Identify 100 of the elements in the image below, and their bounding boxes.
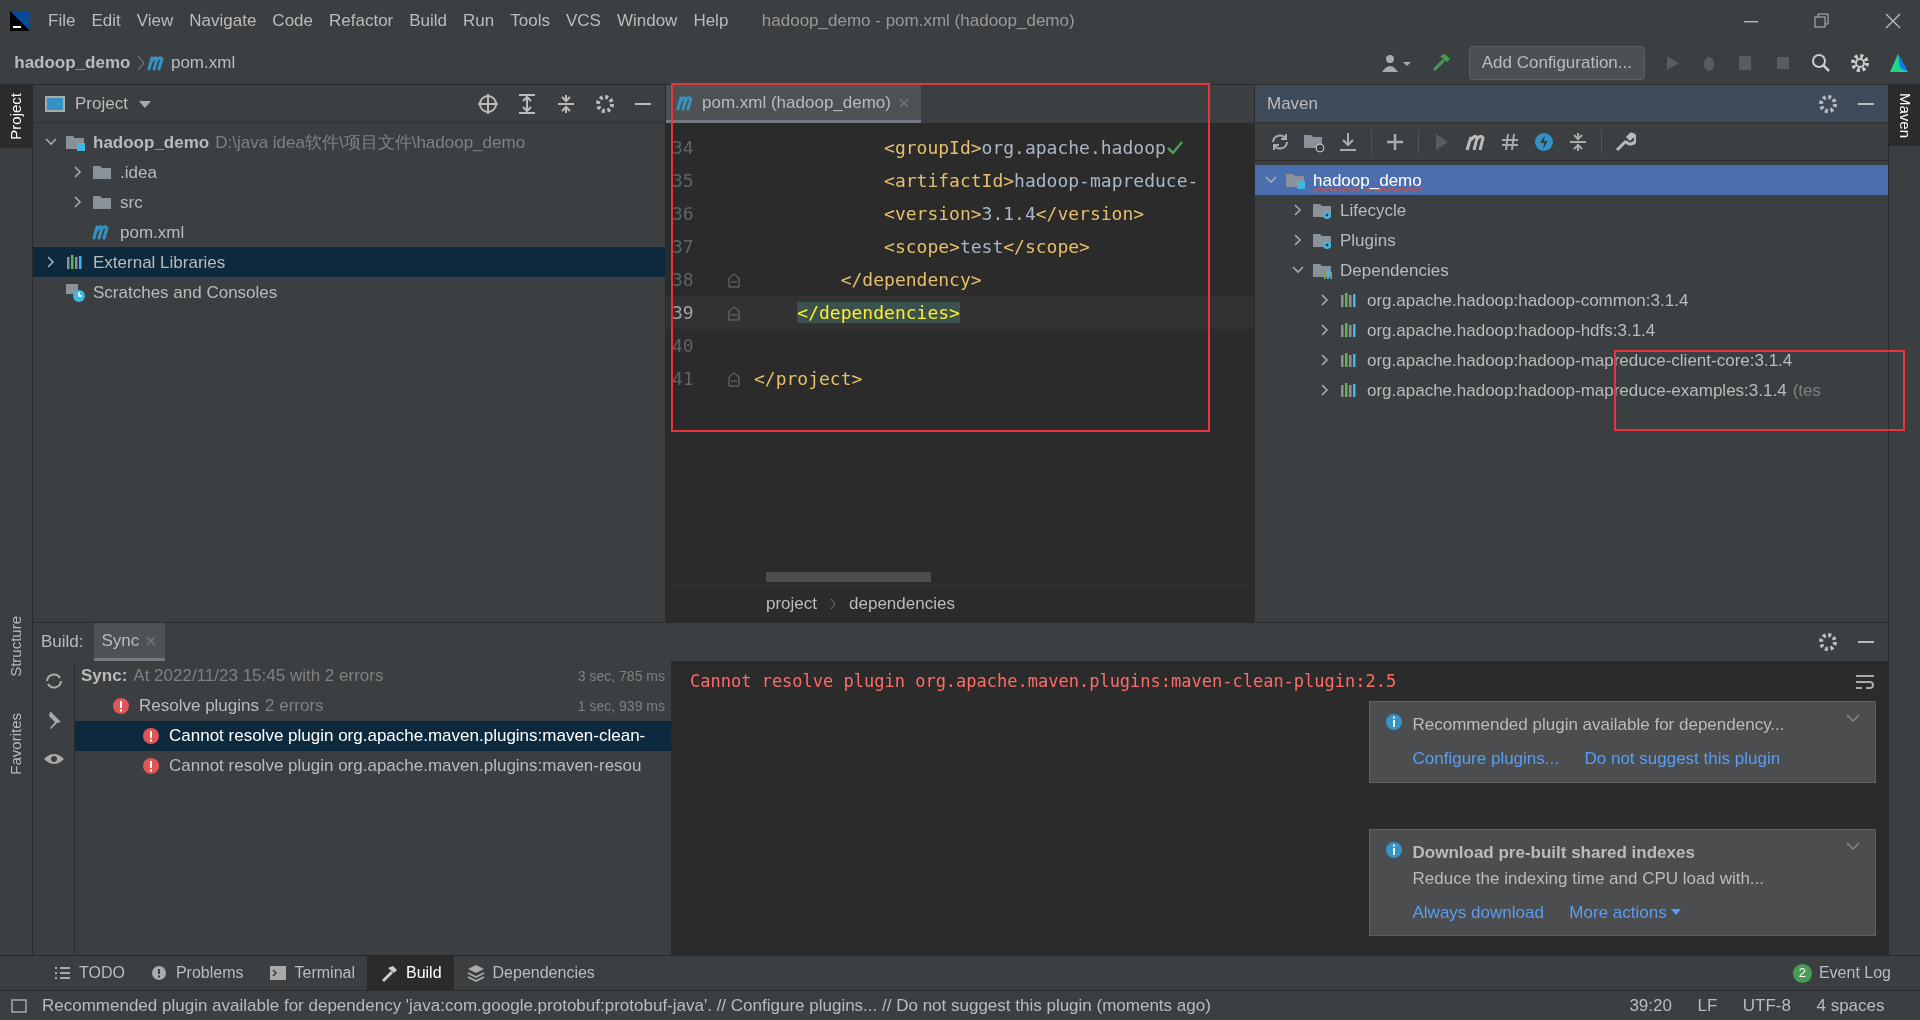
tree-item[interactable]: Sync: At 2022/11/23 15:45 with 2 errors 3 sec, 785 ms: [75, 661, 671, 691]
panel-icon: [45, 94, 65, 113]
expand-chevron-icon[interactable]: [1845, 712, 1861, 724]
locate-icon[interactable]: [477, 92, 499, 115]
scrollbar-thumb[interactable]: [766, 572, 931, 582]
fold-marker-icon[interactable]: [727, 271, 741, 288]
tree-item[interactable]: External Libraries: [33, 247, 665, 278]
tree-item[interactable]: Cannot resolve plugin org.apache.maven.plugins:maven-clean-: [75, 721, 671, 751]
tree-item[interactable]: .idea: [33, 157, 665, 188]
item-time: 3 sec, 785 ms: [577, 666, 665, 686]
menu-item[interactable]: Run: [455, 8, 503, 34]
scratches-icon: [65, 282, 87, 303]
menu-item[interactable]: File: [40, 8, 84, 34]
cursor-position[interactable]: 39:20: [1629, 992, 1672, 1019]
tree-item[interactable]: Resolve plugins 2 errors 1 sec, 939 ms: [75, 691, 671, 721]
tree-item[interactable]: hadoop_demo: [1255, 165, 1888, 196]
breadcrumb-item[interactable]: hadoop_demo: [10, 50, 135, 76]
line-number: 40: [671, 334, 695, 358]
line-number: 37: [671, 235, 695, 259]
menu-item[interactable]: VCS: [557, 8, 609, 34]
tree-item[interactable]: pom.xml: [33, 217, 665, 248]
breadcrumb-item[interactable]: project: [766, 590, 818, 617]
panel-title[interactable]: Project: [75, 90, 128, 117]
collapse-all-icon[interactable]: [1567, 130, 1589, 153]
code-line: </dependency>: [839, 268, 982, 292]
indent-setting[interactable]: 4 spaces: [1816, 992, 1885, 1019]
item-label: Plugins: [1340, 229, 1396, 252]
plugin-logo-icon[interactable]: [1888, 52, 1910, 74]
tool-window-tab[interactable]: Terminal: [255, 955, 367, 991]
tool-window-tab[interactable]: Favorites: [0, 704, 32, 783]
notification-link[interactable]: More actions: [1569, 899, 1681, 925]
fold-marker-icon[interactable]: [727, 304, 741, 321]
tool-window-tab[interactable]: Dependencies: [453, 955, 607, 991]
tool-window-tab[interactable]: Maven: [1889, 85, 1920, 147]
restore-icon[interactable]: [1812, 11, 1832, 31]
user-icon[interactable]: [1380, 53, 1413, 73]
line-ending[interactable]: LF: [1697, 992, 1718, 1019]
line-number: 34: [671, 136, 695, 160]
notification-link[interactable]: Always download: [1412, 899, 1544, 925]
tree-item[interactable]: Scratches and Consoles: [33, 277, 665, 308]
download-icon[interactable]: [1337, 130, 1359, 153]
settings-icon[interactable]: [1849, 52, 1871, 74]
settings-icon[interactable]: [1817, 631, 1839, 653]
menu-item[interactable]: Edit: [83, 8, 129, 34]
tree-item[interactable]: Cannot resolve plugin org.apache.maven.plugins:maven-resou: [75, 751, 671, 781]
breadcrumb-item[interactable]: dependencies: [849, 590, 955, 617]
editor-tab[interactable]: pom.xml (hadoop_demo): [666, 85, 921, 123]
offline-icon[interactable]: [1533, 130, 1555, 153]
notification-link[interactable]: Configure plugins...: [1412, 746, 1559, 772]
event-log-button[interactable]: 2 Event Log: [1780, 955, 1903, 991]
expand-chevron-icon[interactable]: [1845, 840, 1861, 852]
close-icon[interactable]: [1883, 11, 1903, 31]
tool-window-tab[interactable]: Project: [0, 85, 32, 148]
check-icon: [1165, 139, 1184, 156]
tool-window-tab[interactable]: TODO: [40, 955, 137, 991]
search-icon[interactable]: [1810, 52, 1832, 74]
menu-item[interactable]: Help: [685, 8, 737, 34]
code-line: <artifactId>hadoop-mapreduce-: [883, 169, 1199, 193]
menu-item[interactable]: View: [128, 8, 182, 34]
item-note: (tes: [1792, 379, 1821, 402]
wrench-icon[interactable]: [1614, 130, 1636, 153]
line-number: 39: [671, 301, 695, 325]
menu-item[interactable]: Build: [401, 8, 456, 34]
fold-marker-icon[interactable]: [727, 370, 741, 387]
menu-item[interactable]: Window: [608, 8, 686, 34]
count-badge: 2: [1792, 963, 1812, 983]
menu-item[interactable]: Code: [264, 8, 321, 34]
layers-icon: [465, 963, 486, 983]
tree-item[interactable]: Lifecycle: [1255, 195, 1888, 226]
settings-icon[interactable]: [1817, 92, 1839, 115]
settings-icon[interactable]: [594, 92, 616, 115]
dropdown-caret-icon[interactable]: [137, 98, 152, 109]
tool-window-tab[interactable]: Build: [367, 955, 454, 991]
tool-window-tab[interactable]: Problems: [136, 955, 256, 991]
notification-link[interactable]: Do not suggest this plugin: [1584, 746, 1781, 772]
window-title: hadoop_demo - pom.xml (hadoop_demo): [761, 10, 1075, 33]
item-label: Sync:: [81, 665, 128, 688]
expand-all-icon[interactable]: [516, 92, 538, 115]
item-label: Lifecycle: [1340, 199, 1407, 222]
tree-item[interactable]: org.apache.hadoop:hadoop-hdfs:3.1.4: [1255, 315, 1888, 346]
tree-item[interactable]: org.apache.hadoop:hadoop-common:3.1.4: [1255, 285, 1888, 316]
item-label: .idea: [120, 161, 157, 184]
tree-item[interactable]: Dependencies: [1255, 255, 1888, 286]
tree-item[interactable]: hadoop_demo D:\java idea软件\项目文件\hadoop_demo: [33, 127, 665, 158]
line-number: 38: [671, 268, 695, 292]
breadcrumb-item[interactable]: pom.xml: [166, 50, 240, 76]
panel-tab[interactable]: Sync: [93, 623, 166, 661]
tree-item[interactable]: src: [33, 187, 665, 218]
tree-item[interactable]: Plugins: [1255, 225, 1888, 256]
collapse-all-icon[interactable]: [555, 92, 577, 115]
menu-item[interactable]: Tools: [502, 8, 558, 34]
layout-icon[interactable]: [10, 996, 28, 1015]
tab-label: pom.xml (hadoop_demo): [702, 91, 891, 114]
file-encoding[interactable]: UTF-8: [1742, 992, 1791, 1019]
menu-item[interactable]: Refactor: [321, 8, 402, 34]
run-config-button[interactable]: Add Configuration...: [1468, 46, 1645, 80]
menu-item[interactable]: Navigate: [181, 8, 265, 34]
code-line: <groupId>org.apache.hadoop: [883, 136, 1166, 160]
item-detail: At 2022/11/23 15:45 with 2 errors: [133, 665, 384, 688]
tool-window-tab[interactable]: Structure: [0, 607, 32, 685]
